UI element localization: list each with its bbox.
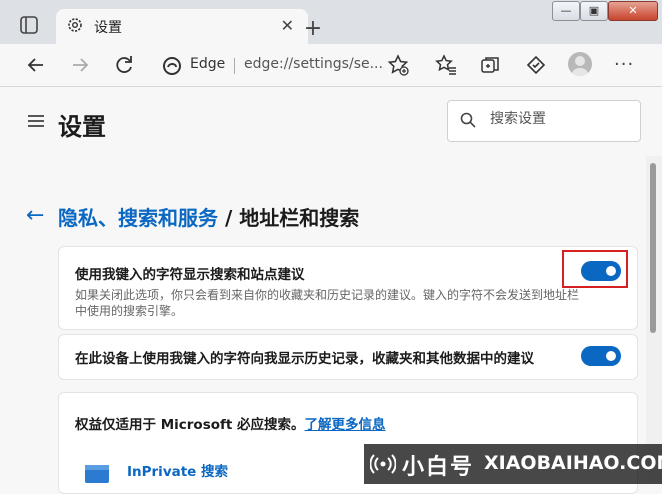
- broadcast-icon: [370, 454, 396, 474]
- edge-logo-icon: [163, 57, 181, 75]
- watermark-english: XIAOBAIHAO.COM: [484, 452, 662, 474]
- setting-card-history-suggestions: 在此设备上使用我键入的字符向我显示历史记录，收藏夹和其他数据中的建议: [58, 334, 638, 380]
- close-window-button[interactable]: ✕: [608, 1, 658, 21]
- scrollbar-thumb[interactable]: [650, 163, 656, 333]
- more-menu-icon[interactable]: ···: [614, 54, 638, 75]
- back-arrow-icon[interactable]: ←: [26, 203, 44, 228]
- inprivate-search-icon: [83, 461, 113, 485]
- forward-icon[interactable]: [68, 53, 92, 77]
- new-tab-button[interactable]: +: [298, 14, 328, 44]
- address-bar[interactable]: Edge edge://settings/se...: [152, 50, 383, 80]
- breadcrumb-separator: /: [218, 206, 240, 230]
- breadcrumb: 隐私、搜索和服务 / 地址栏和搜索: [58, 202, 359, 231]
- restore-button[interactable]: ▣: [580, 1, 608, 21]
- setting-title: 使用我键入的字符显示搜索和站点建议: [75, 267, 305, 283]
- gear-icon: [68, 18, 82, 32]
- tab-actions-icon[interactable]: [18, 14, 40, 36]
- setting-description: 如果关闭此选项，你只会看到来自你的收藏夹和历史记录的建议。键入的字符不会发送到地…: [75, 288, 580, 318]
- add-favorite-icon[interactable]: [386, 53, 410, 77]
- close-tab-icon[interactable]: ✕: [281, 16, 294, 35]
- settings-header: 设置: [0, 87, 646, 157]
- hamburger-menu-icon[interactable]: [28, 115, 44, 127]
- setting-title: 在此设备上使用我键入的字符向我显示历史记录，收藏夹和其他数据中的建议: [75, 351, 534, 367]
- url-text[interactable]: edge://settings/se...: [244, 56, 383, 72]
- tab-settings[interactable]: 设置 ✕: [56, 9, 308, 46]
- history-suggestions-toggle[interactable]: [581, 346, 621, 366]
- refresh-icon[interactable]: [112, 53, 136, 77]
- page-title: 设置: [58, 113, 106, 141]
- watermark-chinese: 小白号: [402, 455, 475, 480]
- divider: [234, 58, 235, 74]
- setting-card-search-suggestions: 使用我键入的字符显示搜索和站点建议 如果关闭此选项，你只会看到来自你的收藏夹和历…: [58, 246, 638, 330]
- toolbar: Edge edge://settings/se...: [0, 44, 662, 87]
- favorites-icon[interactable]: [434, 53, 458, 77]
- back-icon[interactable]: [24, 53, 48, 77]
- settings-search-box[interactable]: [447, 100, 641, 142]
- minimize-button[interactable]: —: [552, 1, 580, 21]
- tab-strip: 设置 ✕ + — ▣ ✕: [0, 0, 662, 46]
- search-input[interactable]: [488, 110, 632, 128]
- notice-text: 权益仅适用于 Microsoft 必应搜索。了解更多信息: [75, 413, 386, 433]
- search-icon: [460, 112, 476, 128]
- browser-essentials-icon[interactable]: [524, 53, 548, 77]
- person-icon: [572, 56, 588, 76]
- inprivate-search-label: InPrivate 搜索: [127, 464, 229, 480]
- learn-more-link[interactable]: 了解更多信息: [305, 417, 386, 433]
- window-controls: — ▣ ✕: [552, 0, 662, 22]
- profile-avatar[interactable]: [568, 52, 592, 76]
- breadcrumb-parent-link[interactable]: 隐私、搜索和服务: [58, 206, 218, 230]
- edge-label: Edge: [190, 56, 226, 72]
- collections-icon[interactable]: [478, 53, 502, 77]
- highlight-box: [562, 250, 628, 288]
- breadcrumb-current: 地址栏和搜索: [239, 206, 360, 230]
- notice-label: 权益仅适用于 Microsoft 必应搜索。: [75, 417, 305, 433]
- tab-title: 设置: [94, 20, 122, 36]
- watermark-banner: 小白号 XIAOBAIHAO.COM: [364, 444, 662, 484]
